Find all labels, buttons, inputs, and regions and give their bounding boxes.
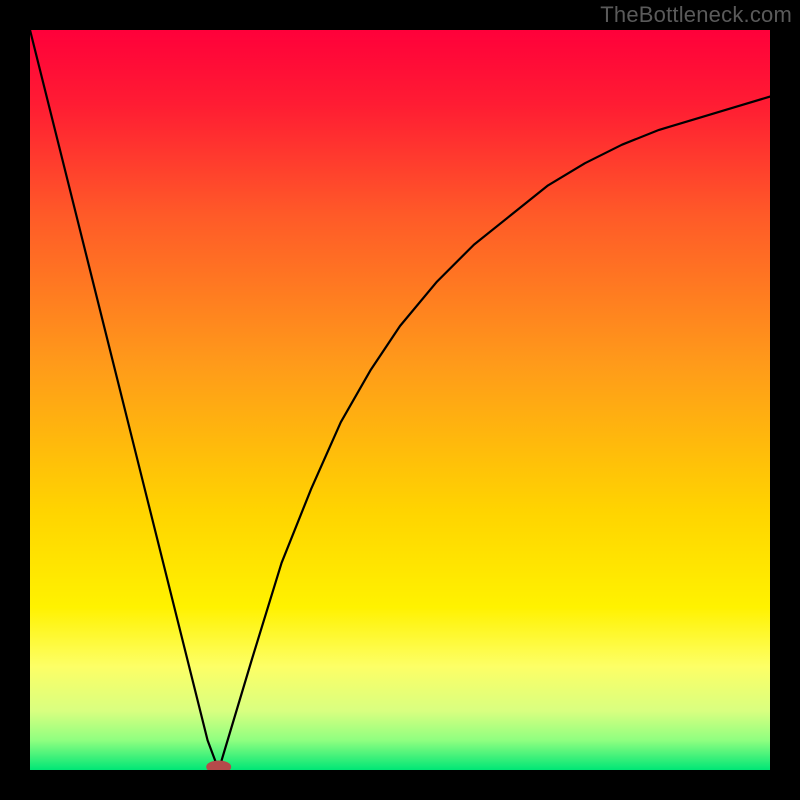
chart-frame: TheBottleneck.com — [0, 0, 800, 800]
curve-layer — [30, 30, 770, 770]
plot-area — [30, 30, 770, 770]
minimum-marker — [207, 761, 231, 770]
watermark-text: TheBottleneck.com — [600, 2, 792, 28]
bottleneck-curve — [30, 30, 770, 770]
